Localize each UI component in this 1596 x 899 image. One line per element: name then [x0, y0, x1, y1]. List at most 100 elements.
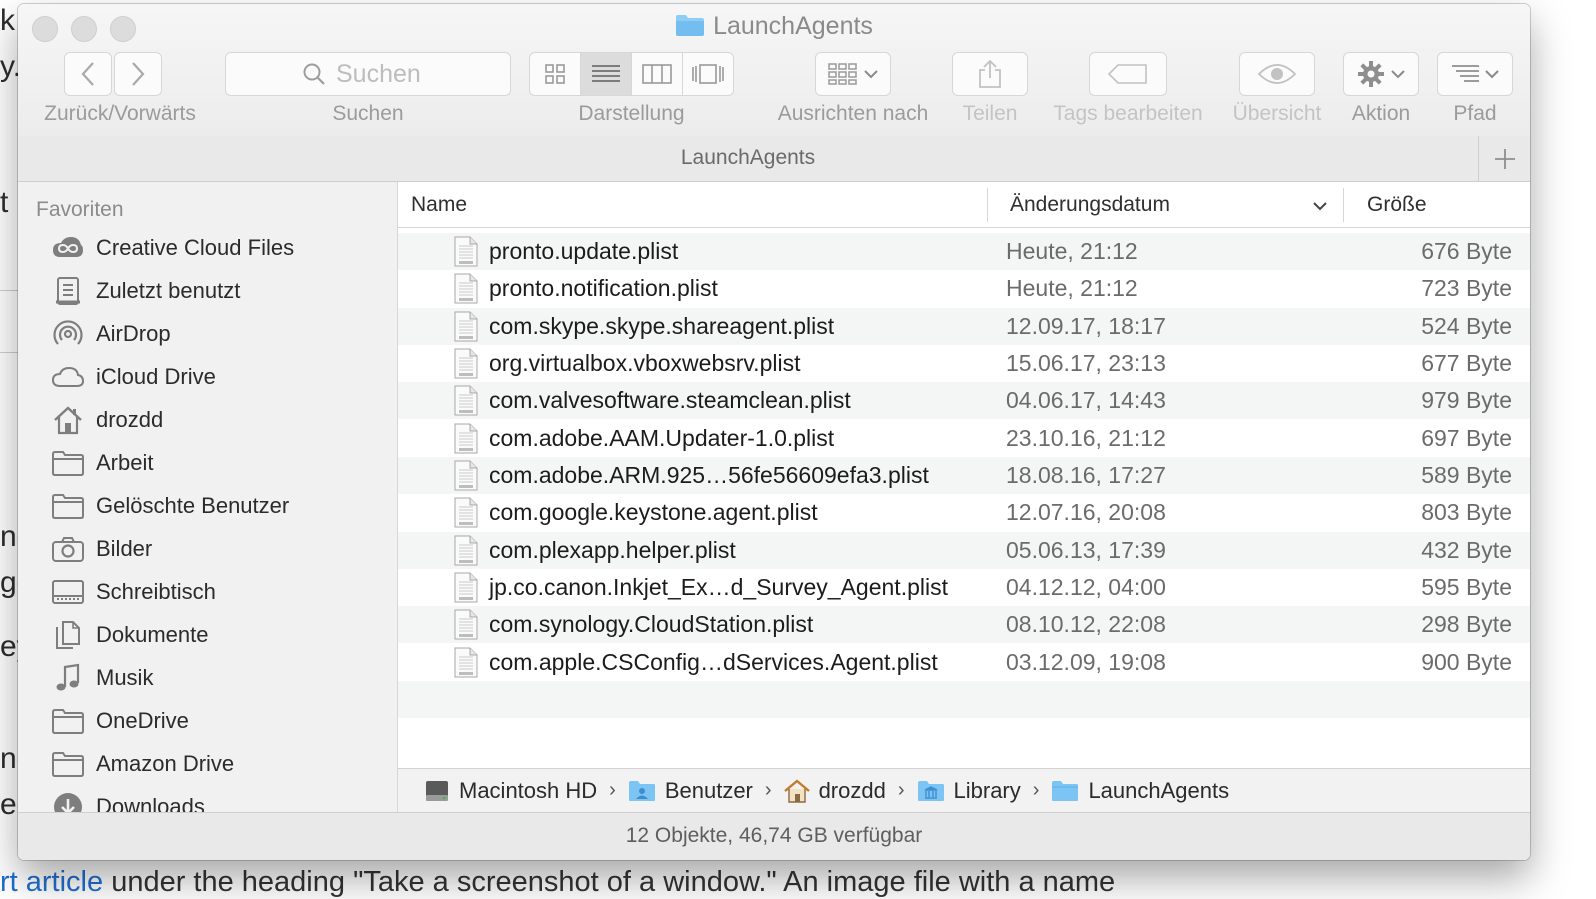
- sidebar-item-label: Arbeit: [96, 450, 154, 475]
- arrange-button[interactable]: [815, 52, 891, 96]
- column-header-date[interactable]: Änderungsdatum: [1010, 182, 1170, 228]
- file-size: 432 Byte: [1421, 537, 1512, 563]
- table-row[interactable]: com.valvesoftware.steamclean.plist 04.06…: [398, 382, 1530, 419]
- sidebar-item-drozdd[interactable]: drozdd: [52, 400, 163, 440]
- table-row[interactable]: com.adobe.ARM.925…56fe56609efa3.plist 18…: [398, 457, 1530, 494]
- sidebar-item-label: Musik: [96, 665, 154, 690]
- file-date: 18.08.16, 17:27: [1006, 462, 1166, 488]
- sidebar-item-desktop[interactable]: Schreibtisch: [52, 572, 216, 612]
- sidebar-item-amazon-drive[interactable]: Amazon Drive: [52, 744, 234, 784]
- action-button[interactable]: [1343, 52, 1419, 96]
- sidebar-item-icloud[interactable]: iCloud Drive: [52, 357, 216, 397]
- path-item-label: LaunchAgents: [1088, 777, 1230, 803]
- file-date: 08.10.12, 22:08: [1006, 611, 1166, 637]
- file-name: org.virtualbox.vboxwebsrv.plist: [489, 350, 801, 376]
- bg-divider: [0, 290, 18, 291]
- arrange-grid-icon: [828, 63, 857, 85]
- chevron-down-icon: [1485, 70, 1499, 79]
- sidebar-item-airdrop[interactable]: AirDrop: [52, 314, 171, 354]
- table-row[interactable]: com.synology.CloudStation.plist 08.10.12…: [398, 606, 1530, 643]
- share-button[interactable]: [952, 52, 1028, 96]
- search-icon: [303, 63, 325, 85]
- list-header: Name Änderungsdatum Größe: [398, 182, 1530, 228]
- new-tab-button[interactable]: [1478, 136, 1530, 182]
- sidebar-item-bilder[interactable]: Bilder: [52, 529, 152, 569]
- table-row[interactable]: com.plexapp.helper.plist 05.06.13, 17:39…: [398, 532, 1530, 569]
- eye-icon: [1258, 64, 1296, 84]
- gear-icon: [1358, 61, 1384, 87]
- sidebar-item-downloads[interactable]: Downloads: [52, 787, 205, 812]
- sidebar-item-onedrive[interactable]: OneDrive: [52, 701, 189, 741]
- path-separator-icon: ›: [897, 779, 905, 801]
- path-button[interactable]: [1437, 52, 1513, 96]
- table-row[interactable]: jp.co.canon.Inkjet_Ex…d_Survey_Agent.pli…: [398, 569, 1530, 606]
- search-input[interactable]: [334, 58, 434, 90]
- sidebar-item-documents[interactable]: Dokumente: [52, 615, 209, 655]
- cloud-icon: [52, 361, 84, 393]
- tags-label: Tags bearbeiten: [1053, 102, 1203, 125]
- table-row[interactable]: com.apple.CSConfig…dServices.Agent.plist…: [398, 644, 1530, 681]
- file-name: com.adobe.AAM.Updater-1.0.plist: [489, 425, 835, 451]
- table-row[interactable]: com.skype.skype.shareagent.plist 12.09.1…: [398, 308, 1530, 345]
- recents-icon: [52, 275, 84, 307]
- empty-row: [398, 681, 1530, 718]
- sidebar-item-label: Gelöschte Benutzer: [96, 493, 290, 518]
- sidebar-item-arbeit[interactable]: Arbeit: [52, 443, 153, 483]
- quick-look-button[interactable]: [1239, 52, 1315, 96]
- airdrop-icon: [52, 318, 84, 350]
- table-row[interactable]: pronto.notification.plist Heute, 21:12 7…: [398, 270, 1530, 307]
- sidebar-item-label: AirDrop: [96, 321, 171, 346]
- file-date: 12.07.16, 20:08: [1006, 499, 1166, 525]
- view-column-button[interactable]: [631, 52, 683, 96]
- column-view-icon: [642, 64, 672, 84]
- path-item-benutzer[interactable]: Benutzer: [628, 778, 753, 804]
- file-name: com.skype.skype.shareagent.plist: [489, 313, 835, 339]
- path-separator-icon: ›: [1032, 779, 1040, 801]
- chevron-down-icon[interactable]: [1312, 200, 1328, 212]
- column-header-size[interactable]: Größe: [1367, 182, 1427, 228]
- column-divider[interactable]: [1343, 188, 1344, 222]
- sidebar-item-recents[interactable]: Zuletzt benutzt: [52, 271, 240, 311]
- back-button[interactable]: [64, 52, 112, 96]
- bg-article-link[interactable]: rt article: [0, 866, 103, 898]
- table-row[interactable]: com.adobe.AAM.Updater-1.0.plist 23.10.16…: [398, 420, 1530, 457]
- view-list-button[interactable]: [580, 52, 632, 96]
- sidebar-item-musik[interactable]: Musik: [52, 658, 153, 698]
- sidebar-heading: Favoriten: [36, 198, 124, 221]
- search-label: Suchen: [332, 102, 404, 125]
- column-divider[interactable]: [987, 188, 988, 222]
- plist-file-icon: [454, 311, 478, 347]
- folder-icon: [52, 748, 84, 780]
- arrange-label: Ausrichten nach: [777, 102, 929, 125]
- column-header-name[interactable]: Name: [411, 182, 467, 228]
- path-item-drozdd[interactable]: drozdd: [783, 778, 886, 804]
- table-row[interactable]: com.google.keystone.agent.plist 12.07.16…: [398, 494, 1530, 531]
- plist-file-icon: [454, 572, 478, 608]
- file-date: 03.12.09, 19:08: [1006, 649, 1166, 675]
- path-item-launchagents[interactable]: LaunchAgents: [1051, 778, 1229, 804]
- users-folder-icon: [628, 780, 656, 802]
- sidebar-item-deleted-users[interactable]: Gelöschte Benutzer: [52, 486, 289, 526]
- search-field[interactable]: [225, 52, 511, 96]
- edit-tags-button[interactable]: [1089, 52, 1167, 96]
- sidebar-item-label: Amazon Drive: [96, 751, 235, 776]
- file-date: Heute, 21:12: [1006, 238, 1138, 264]
- table-row[interactable]: org.virtualbox.vboxwebsrv.plist 15.06.17…: [398, 345, 1530, 382]
- file-size: 803 Byte: [1421, 499, 1512, 525]
- tab-launchagents[interactable]: LaunchAgents: [18, 146, 1478, 170]
- path-icon: [1452, 65, 1479, 82]
- file-name: com.plexapp.helper.plist: [489, 537, 736, 563]
- path-item-macintosh-hd[interactable]: Macintosh HD: [424, 778, 597, 804]
- home-icon: [783, 778, 810, 803]
- view-gallery-button[interactable]: [682, 52, 734, 96]
- folder-icon: [1051, 780, 1079, 802]
- icon-view-icon: [545, 64, 565, 84]
- nav-label: Zurück/Vorwärts: [44, 102, 196, 125]
- sidebar-item-creative-cloud[interactable]: Creative Cloud Files: [52, 228, 294, 268]
- forward-button[interactable]: [114, 52, 162, 96]
- path-item-library[interactable]: Library: [917, 778, 1021, 804]
- file-name: jp.co.canon.Inkjet_Ex…d_Survey_Agent.pli…: [489, 574, 948, 600]
- view-icon-button[interactable]: [529, 52, 581, 96]
- table-row[interactable]: pronto.update.plist Heute, 21:12 676 Byt…: [398, 233, 1530, 270]
- plist-file-icon: [454, 647, 478, 683]
